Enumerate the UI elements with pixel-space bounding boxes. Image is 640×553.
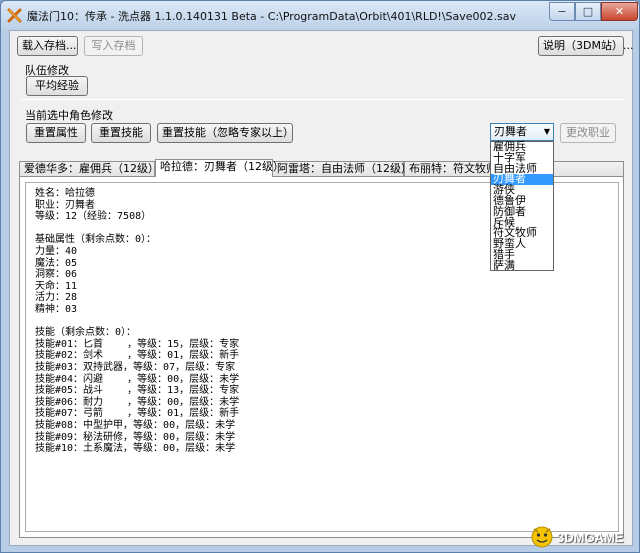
info-line: 技能#08：中型护甲，等级：00，层级：未学 — [35, 420, 236, 431]
info-line: 力量：40 — [35, 246, 78, 257]
class-select[interactable]: 刃舞者 ▼ — [490, 123, 554, 141]
help-button[interactable]: 说明（3DM站）... — [538, 36, 633, 56]
info-line: 技能（剩余点数：0）： — [35, 327, 137, 339]
window-title: 魔法门10：传承 - 洗点器 1.1.0.140131 Beta - C:\Pr… — [27, 10, 517, 23]
info-line: 基础属性（剩余点数：0）： — [35, 234, 157, 246]
reset-skills-ignore-expert-button[interactable]: 重置技能（忽略专家以上） — [157, 123, 294, 143]
title-bar[interactable]: 魔法门10：传承 - 洗点器 1.1.0.140131 Beta - C:\Pr… — [1, 1, 639, 29]
client-area: 载入存档... 写入存档 说明（3DM站）... 队伍修改 平均经验 当前选中角… — [9, 30, 633, 546]
reset-attributes-button[interactable]: 重置属性 — [26, 123, 86, 143]
maximize-button[interactable]: □ — [575, 2, 601, 21]
tab-character-2[interactable]: 哈拉德：刃舞者（12级） — [155, 159, 284, 177]
info-line: 技能#07：弓箭 ，等级：01，层级：新手 — [35, 408, 240, 420]
info-line: 技能#04：闪避 ，等级：00，层级：未学 — [35, 373, 240, 385]
class-option[interactable]: 萨满 — [491, 260, 553, 272]
info-line: 职业：刃舞者 — [35, 199, 95, 211]
info-line: 技能#09：秘法研修，等级：00，层级：未学 — [35, 431, 236, 443]
close-button[interactable]: ✕ — [601, 2, 638, 21]
info-line: 技能#03：双持武器，等级：07，层级：专家 — [35, 362, 236, 373]
divider — [20, 99, 625, 100]
minimize-button[interactable]: − — [549, 2, 575, 21]
average-exp-button[interactable]: 平均经验 — [26, 76, 88, 96]
watermark-logo: 3DMGAME — [529, 523, 629, 549]
info-line: 洞察：06 — [35, 269, 78, 281]
change-class-button[interactable]: 更改职业 — [560, 123, 616, 143]
tab-character-1[interactable]: 爱德华多：雇佣兵（12级） — [19, 161, 159, 177]
mascot-icon — [531, 526, 553, 548]
info-line: 精神：03 — [35, 304, 78, 315]
info-line: 技能#06：耐力 ，等级：00，层级：未学 — [35, 396, 240, 408]
load-save-button[interactable]: 载入存档... — [17, 36, 78, 56]
info-line: 魔法：05 — [35, 257, 78, 269]
info-line: 技能#10：土系魔法，等级：00，层级：未学 — [35, 443, 236, 455]
class-dropdown-list: 雇佣兵 十字军 自由法师 刃舞者 游侠 德鲁伊 防御者 斥候 符文牧师 野蛮人 猎手 萨满 — [490, 141, 554, 271]
info-line: 天命：11 — [35, 280, 78, 292]
tab-character-3[interactable]: 阿雷塔：自由法师（12级） — [272, 161, 412, 177]
info-line: 技能#01：匕首 ，等级：15，层级：专家 — [35, 338, 240, 350]
app-window: 魔法门10：传承 - 洗点器 1.1.0.140131 Beta - C:\Pr… — [0, 0, 640, 553]
info-line: 等级：12（经验：7508） — [35, 211, 152, 223]
info-line: 活力：28 — [35, 292, 78, 304]
dropdown-arrow-icon: ▼ — [543, 127, 550, 136]
class-select-value: 刃舞者 — [494, 125, 527, 138]
info-line: 姓名：哈拉德 — [35, 188, 95, 199]
info-line: 技能#05：战斗 ，等级：13，层级：专家 — [35, 385, 240, 397]
info-line: 技能#02：剑术 ，等级：01，层级：新手 — [35, 350, 240, 362]
character-group-label: 当前选中角色修改 — [25, 109, 113, 122]
reset-skills-button[interactable]: 重置技能 — [91, 123, 151, 143]
write-save-button[interactable]: 写入存档 — [84, 36, 143, 56]
app-icon — [7, 8, 22, 23]
watermark-text: 3DMGAME — [557, 530, 624, 545]
